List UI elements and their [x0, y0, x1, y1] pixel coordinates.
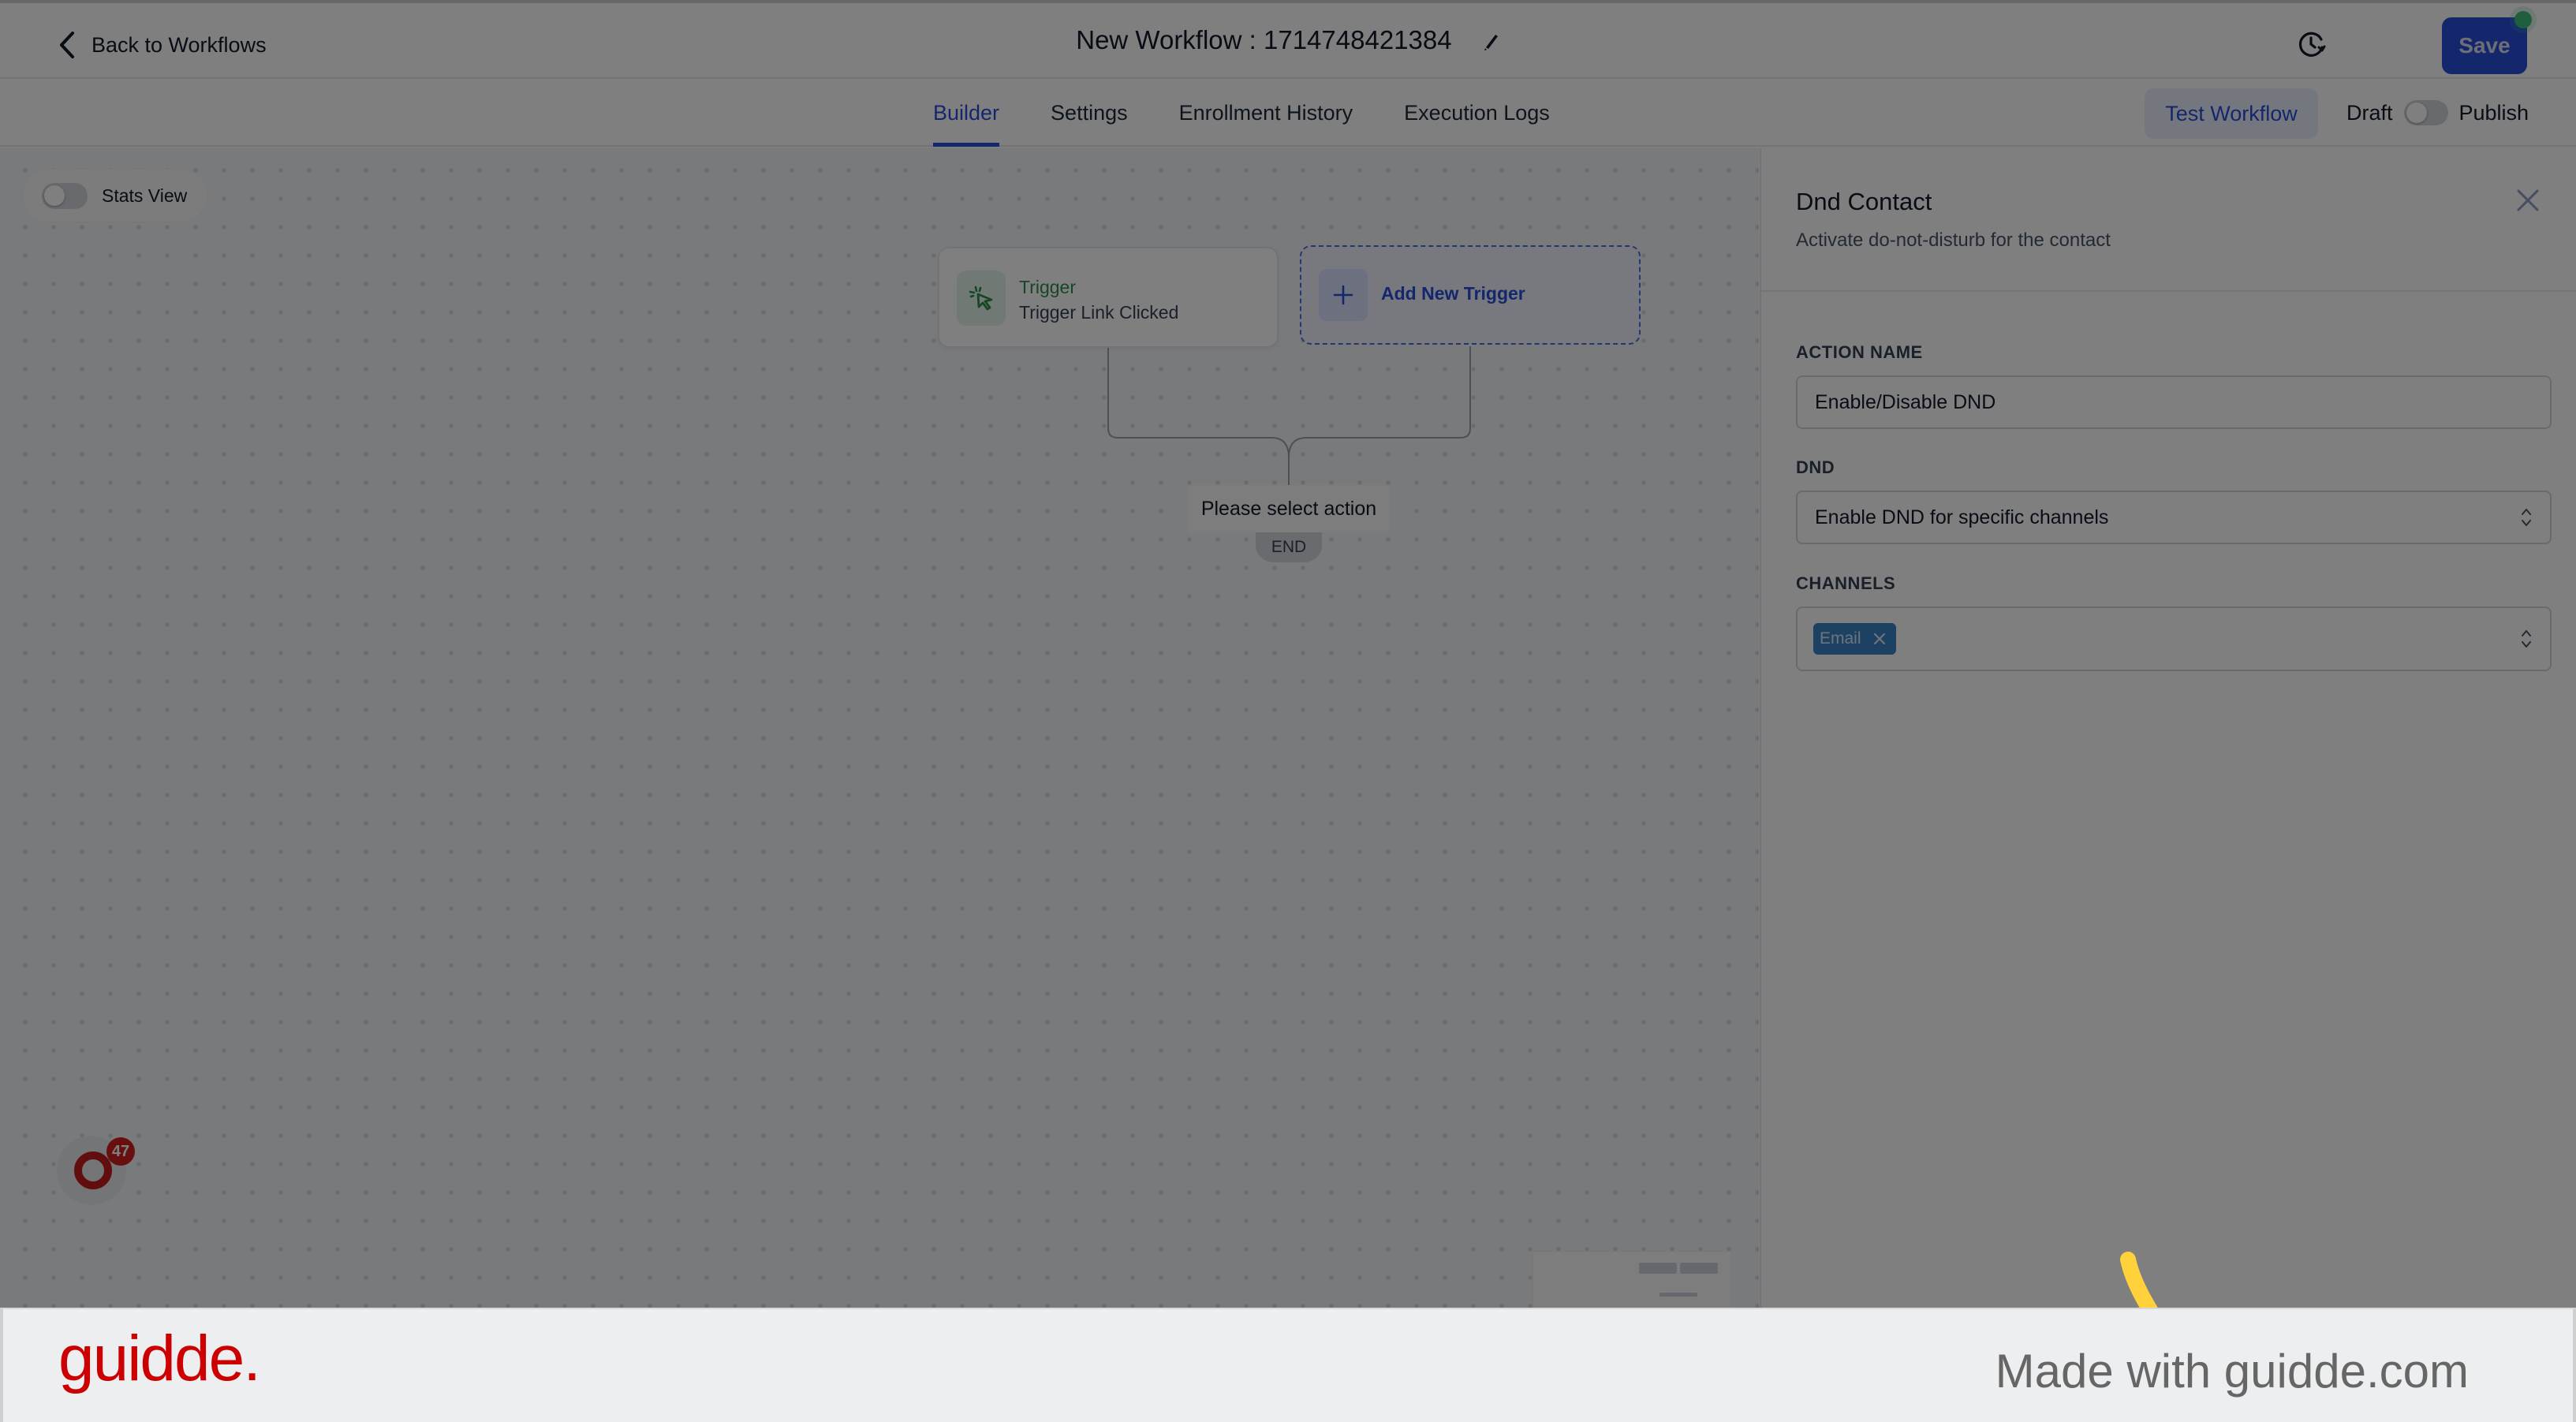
remove-chip-icon[interactable] [1872, 632, 1887, 646]
close-icon [2517, 189, 2539, 211]
panel-subtitle: Activate do-not-disturb for the contact [1796, 230, 2111, 251]
dnd-select[interactable]: Enable DND for specific channels [1796, 491, 2552, 544]
minimap-node [1639, 1263, 1677, 1274]
history-clock-icon [2298, 32, 2326, 57]
save-button[interactable]: Save [2442, 17, 2527, 74]
workflow-canvas[interactable]: Stats View Trigger Trigger Link Clicked … [0, 148, 1759, 1309]
guidde-logo: guidde. [58, 1323, 261, 1394]
tab-execution-logs[interactable]: Execution Logs [1404, 79, 1550, 147]
trigger-type-label: Trigger [1019, 277, 1076, 297]
flow-connectors [1107, 346, 1471, 485]
minimap-node [1659, 1293, 1697, 1297]
connector-trigger [1107, 348, 1290, 458]
publish-label: Publish [2458, 100, 2529, 125]
tab-settings[interactable]: Settings [1051, 79, 1128, 147]
stats-view-label: Stats View [102, 185, 188, 206]
cursor-click-icon [957, 271, 1006, 326]
dnd-label: DND [1796, 457, 1835, 477]
panel-title: Dnd Contact [1796, 188, 1932, 215]
test-workflow-button[interactable]: Test Workflow [2145, 88, 2318, 139]
unsaved-status-dot [2514, 11, 2532, 28]
chevron-up-down-icon [2522, 509, 2531, 526]
workflow-builder-app: Back to Workflows New Workflow : 1714748… [0, 0, 2576, 1309]
canvas-minimap[interactable] [1533, 1251, 1732, 1309]
channels-multiselect[interactable]: Email [1796, 606, 2552, 671]
trigger-name: Trigger Link Clicked [1019, 302, 1179, 323]
made-with-guidde-text: Made with guidde.com [1995, 1345, 2469, 1398]
workflow-title-text: New Workflow : 1714748421384 [1076, 25, 1452, 54]
channels-label: CHANNELS [1796, 573, 1896, 593]
tab-enrollment-history[interactable]: Enrollment History [1179, 79, 1353, 147]
tab-bar: Builder Settings Enrollment History Exec… [0, 79, 2576, 147]
close-panel-button[interactable] [2514, 186, 2542, 215]
action-config-panel: Dnd Contact Activate do-not-disturb for … [1760, 148, 2576, 1309]
stats-view-toggle[interactable] [42, 182, 88, 209]
action-name-label: ACTION NAME [1796, 342, 1923, 362]
panel-header: Dnd Contact Activate do-not-disturb for … [1761, 148, 2576, 292]
add-new-trigger-label: Add New Trigger [1381, 283, 1525, 304]
end-node: END [1256, 532, 1322, 562]
draft-label: Draft [2346, 100, 2393, 125]
chevron-up-down-icon [2522, 630, 2531, 648]
top-header: Back to Workflows New Workflow : 1714748… [0, 0, 2576, 79]
publish-control: Draft Publish [2346, 79, 2529, 147]
help-logo-icon [74, 1151, 112, 1189]
pointer-highlight-stroke [2120, 1252, 2158, 1309]
stats-view-control: Stats View [22, 169, 208, 222]
publish-toggle[interactable] [2403, 100, 2448, 125]
notification-count-badge: 47 [106, 1137, 135, 1166]
chip-label: Email [1820, 629, 1861, 648]
tab-builder[interactable]: Builder [933, 79, 1000, 147]
minimap-node [1680, 1263, 1718, 1274]
channel-chip-email: Email [1813, 623, 1896, 655]
action-name-value: Enable/Disable DND [1815, 390, 1996, 413]
connector-add-trigger [1288, 346, 1471, 458]
history-button[interactable] [2292, 27, 2331, 62]
pencil-icon[interactable] [1483, 27, 1500, 57]
workflow-title: New Workflow : 1714748421384 [0, 25, 2576, 57]
tabs: Builder Settings Enrollment History Exec… [933, 79, 1601, 147]
trigger-node[interactable]: Trigger Trigger Link Clicked [938, 247, 1279, 348]
dnd-selected-value: Enable DND for specific channels [1815, 506, 2109, 528]
add-new-trigger-button[interactable]: Add New Trigger [1300, 245, 1641, 345]
guidde-footer: guidde. Made with guidde.com [0, 1308, 2576, 1422]
select-action-placeholder[interactable]: Please select action [1187, 485, 1391, 532]
plus-icon [1319, 269, 1368, 321]
action-name-input[interactable]: Enable/Disable DND [1796, 375, 2552, 429]
